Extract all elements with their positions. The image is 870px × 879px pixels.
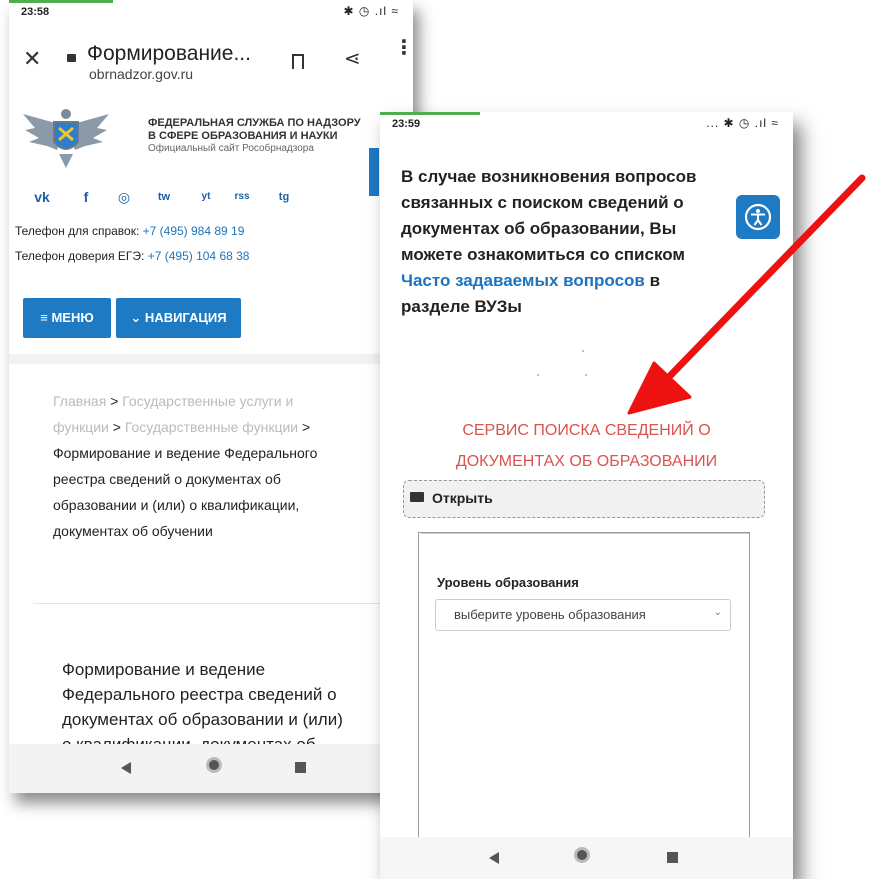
annotation-arrow [627,174,866,415]
